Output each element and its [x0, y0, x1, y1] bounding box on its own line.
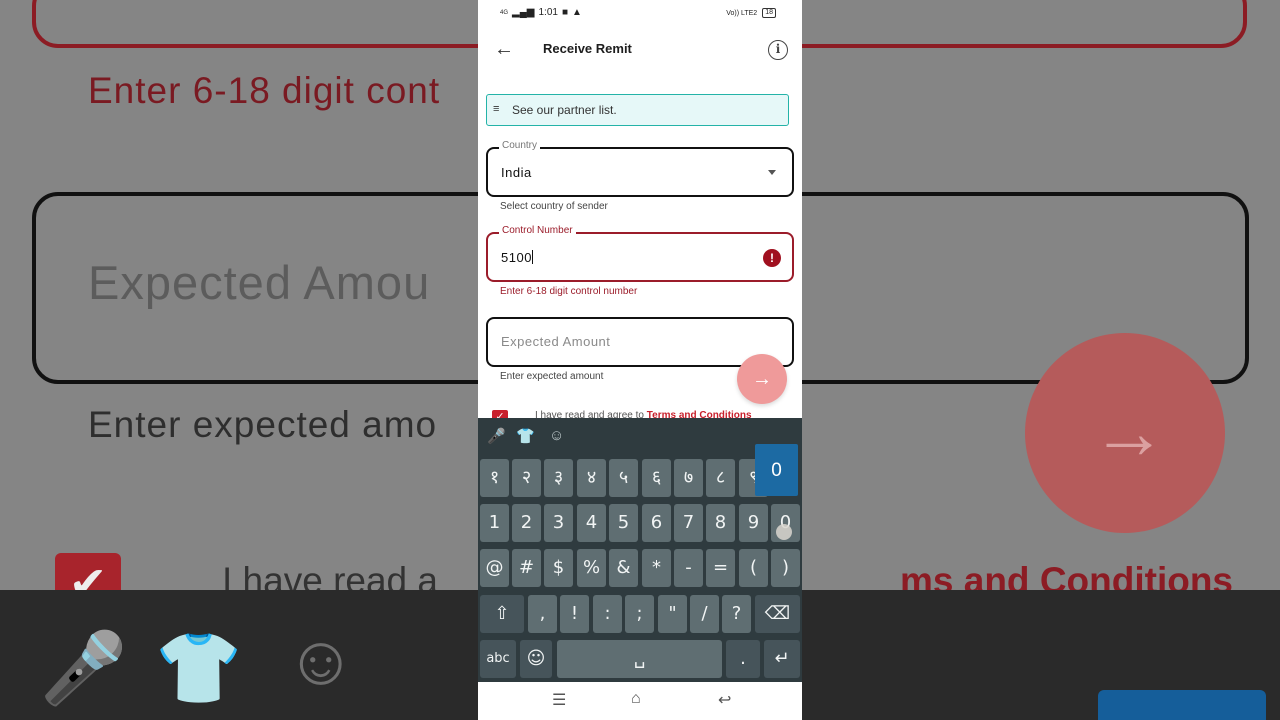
key-quote[interactable]: ": [658, 595, 687, 633]
abc-key[interactable]: abc: [480, 640, 516, 678]
touch-indicator: [776, 524, 792, 540]
key-deva-5[interactable]: ५: [609, 459, 638, 497]
key-comma[interactable]: ,: [528, 595, 557, 633]
key-equals[interactable]: =: [706, 549, 735, 587]
expected-amount-helper: Enter expected amount: [500, 371, 604, 382]
key-5[interactable]: 5: [609, 504, 638, 542]
key-hash[interactable]: #: [512, 549, 541, 587]
navigation-bar: ☰ ⌂ ↩: [478, 682, 802, 720]
volte-label: Vo)) LTE2: [726, 9, 758, 17]
bg-expected-placeholder: Expected Amou: [88, 256, 431, 309]
recents-icon[interactable]: ☰: [552, 690, 566, 710]
sticker-icon[interactable]: ☺: [549, 427, 564, 444]
dropdown-arrow-icon: [768, 170, 776, 175]
clock: 1:01: [538, 7, 558, 18]
control-number-value: 5100: [501, 250, 533, 265]
battery-icon: 18: [762, 8, 776, 18]
key-semicolon[interactable]: ;: [625, 595, 654, 633]
text-caret: [531, 250, 533, 264]
key-8[interactable]: 8: [706, 504, 735, 542]
bg-button: [1098, 690, 1266, 720]
key-open-paren[interactable]: (: [739, 549, 768, 587]
key-preview-popup: 0: [755, 444, 798, 496]
key-asterisk[interactable]: *: [642, 549, 671, 587]
key-minus[interactable]: -: [674, 549, 703, 587]
enter-key-icon[interactable]: ↵: [764, 640, 800, 678]
key-deva-8[interactable]: ८: [706, 459, 735, 497]
key-9[interactable]: 9: [739, 504, 768, 542]
bg-helper-text: Enter expected amo: [88, 404, 438, 445]
key-percent[interactable]: %: [577, 549, 606, 587]
key-at[interactable]: @: [480, 549, 509, 587]
soft-keyboard: 🎤 👕 ☺ १ २ ३ ४ ५ ६ ७ ८ ९ 1 2 3 4 5 6 7 8 …: [478, 418, 802, 682]
bg-fab: →: [1025, 333, 1225, 533]
back-nav-icon[interactable]: ↩: [718, 690, 731, 710]
back-arrow-icon[interactable]: ←: [494, 38, 514, 61]
bg-sticker-icon: ☺: [285, 621, 357, 699]
key-deva-2[interactable]: २: [512, 459, 541, 497]
page-title: Receive Remit: [543, 41, 632, 56]
bg-shirt-icon: 👕: [155, 629, 243, 707]
partner-list-banner[interactable]: ≡ See our partner list.: [486, 94, 789, 126]
control-number-error: Enter 6-18 digit control number: [500, 286, 638, 297]
country-label: Country: [499, 140, 541, 151]
key-deva-4[interactable]: ४: [577, 459, 606, 497]
key-dollar[interactable]: $: [544, 549, 573, 587]
bg-error-text: Enter 6-18 digit cont: [88, 70, 441, 111]
video-icon: ■: [561, 7, 568, 18]
backspace-key-icon[interactable]: ⌫: [755, 595, 800, 633]
emoji-key-icon[interactable]: ☺: [520, 640, 552, 678]
key-2[interactable]: 2: [512, 504, 541, 542]
key-7[interactable]: 7: [674, 504, 703, 542]
expected-amount-placeholder: Expected Amount: [501, 334, 611, 349]
control-number-input[interactable]: Control Number 5100 !: [486, 225, 794, 282]
country-helper: Select country of sender: [500, 201, 608, 212]
error-icon: !: [763, 249, 781, 267]
key-question[interactable]: ?: [722, 595, 751, 633]
partner-list-text: See our partner list.: [512, 103, 617, 117]
screen: Enter 6-18 digit cont Expected Amou Ente…: [0, 0, 1280, 720]
list-icon: ≡: [493, 103, 500, 115]
bg-mic-icon: 🎤: [40, 629, 128, 707]
network-label: 4G: [500, 9, 509, 16]
key-deva-7[interactable]: ७: [674, 459, 703, 497]
key-ampersand[interactable]: &: [609, 549, 638, 587]
next-button[interactable]: →: [737, 354, 787, 404]
home-icon[interactable]: ⌂: [631, 690, 641, 708]
signal-icon: ▂▄▆: [512, 7, 535, 18]
status-bar: 4G ▂▄▆ 1:01 ■ ▲ Vo)) LTE2 18: [478, 0, 802, 26]
microphone-icon[interactable]: 🎤: [487, 427, 506, 445]
space-key[interactable]: ␣: [557, 640, 722, 678]
key-exclamation[interactable]: !: [560, 595, 589, 633]
key-deva-6[interactable]: ६: [642, 459, 671, 497]
phone-screen: 4G ▂▄▆ 1:01 ■ ▲ Vo)) LTE2 18 ← Receive R…: [478, 0, 802, 720]
key-period[interactable]: .: [726, 640, 760, 678]
key-6[interactable]: 6: [642, 504, 671, 542]
key-1[interactable]: 1: [480, 504, 509, 542]
keyboard-toolbar: 🎤 👕 ☺: [478, 418, 802, 454]
country-value: India: [501, 165, 532, 180]
key-close-paren[interactable]: ): [771, 549, 800, 587]
key-slash[interactable]: /: [690, 595, 719, 633]
key-deva-3[interactable]: ३: [544, 459, 573, 497]
app-bar: ← Receive Remit i: [478, 30, 802, 70]
bg-arrow-icon: →: [1091, 390, 1167, 475]
key-3[interactable]: 3: [544, 504, 573, 542]
key-deva-1[interactable]: १: [480, 459, 509, 497]
key-4[interactable]: 4: [577, 504, 606, 542]
info-icon[interactable]: i: [768, 40, 788, 60]
shift-key-icon[interactable]: ⇧: [480, 595, 524, 633]
key-colon[interactable]: :: [593, 595, 622, 633]
theme-shirt-icon[interactable]: 👕: [516, 427, 535, 445]
warning-icon: ▲: [572, 7, 582, 18]
country-select[interactable]: Country India: [486, 140, 794, 197]
control-number-label: Control Number: [499, 225, 576, 236]
